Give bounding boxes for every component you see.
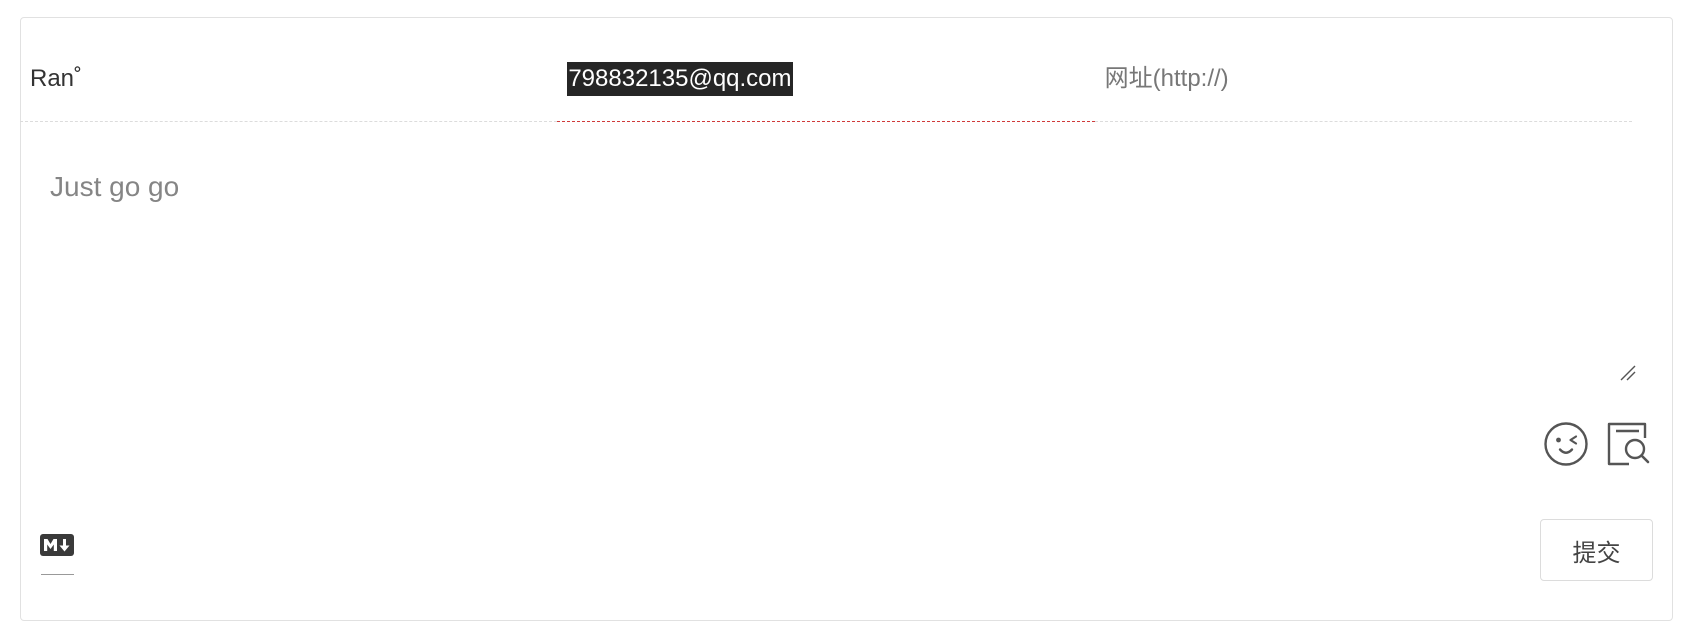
markdown-underline [41, 574, 74, 575]
wink-face-icon[interactable] [1542, 420, 1590, 468]
nickname-value: Ran˚ [30, 65, 83, 92]
website-field[interactable]: 网址(http://) [1094, 40, 1632, 122]
comment-textarea[interactable]: Just go go [20, 124, 1632, 390]
preview-search-icon[interactable] [1605, 420, 1653, 468]
email-field[interactable]: 798832135@qq.com [557, 40, 1095, 122]
website-placeholder: 网址(http://) [1104, 65, 1229, 92]
resize-handle-icon[interactable] [1617, 362, 1639, 384]
email-value: 798832135@qq.com [567, 62, 793, 96]
markdown-icon[interactable] [40, 534, 74, 556]
nickname-field[interactable]: Ran˚ [20, 40, 558, 122]
comment-header-fields: Ran˚ 798832135@qq.com 网址(http://) [20, 40, 1632, 122]
comment-text: Just go go [50, 171, 180, 202]
submit-button[interactable]: 提交 [1540, 519, 1653, 581]
